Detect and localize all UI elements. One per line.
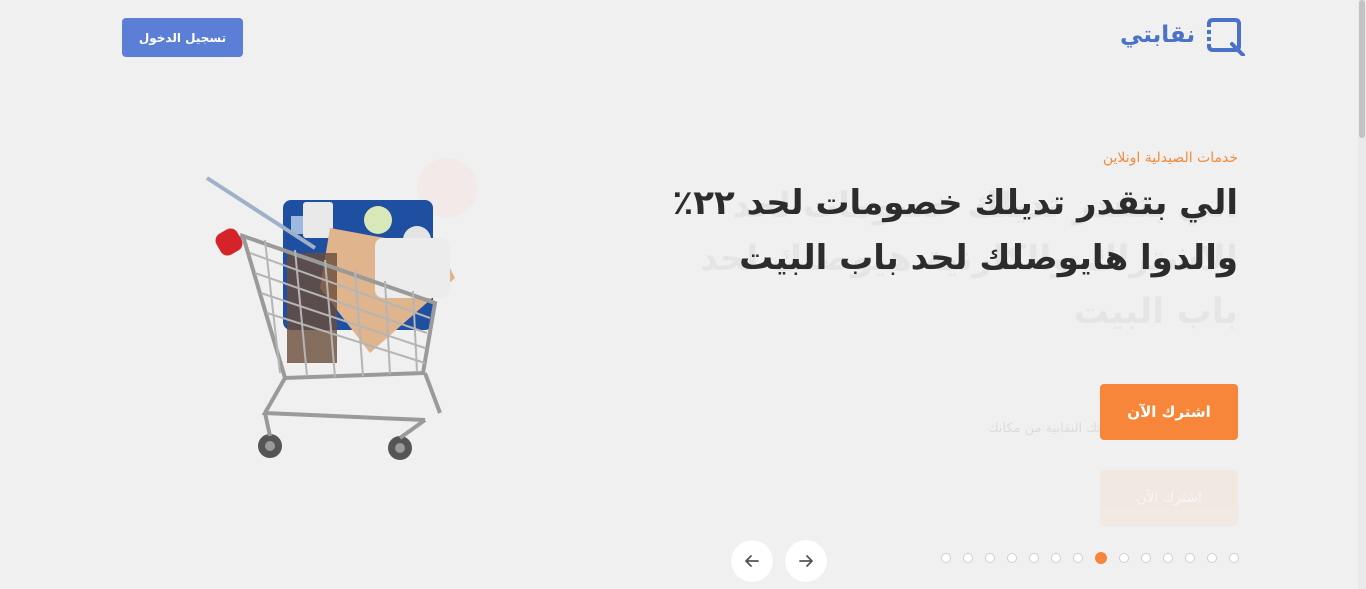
carousel-dot[interactable] — [941, 553, 951, 563]
carousel-dot[interactable] — [985, 553, 995, 563]
carousel-dot[interactable] — [1051, 553, 1061, 563]
carousel-dot[interactable] — [1073, 553, 1083, 563]
page-scrollbar[interactable] — [1358, 0, 1366, 589]
carousel-dot[interactable] — [1229, 553, 1239, 563]
logo-icon — [1205, 18, 1246, 56]
carousel-dot[interactable] — [1119, 553, 1129, 563]
carousel-dot[interactable] — [1163, 553, 1173, 563]
hero-eyebrow: خدمات الصيدلية اونلاين — [1102, 150, 1238, 166]
arrow-left-icon — [745, 555, 759, 567]
subscribe-now-button[interactable]: اشترك الآن — [1100, 384, 1238, 440]
arrow-right-icon — [799, 555, 813, 567]
previous-slide-cta: اشترك الآن — [1100, 470, 1238, 526]
carousel-dot[interactable] — [1207, 553, 1217, 563]
login-button[interactable]: تسجيل الدخول — [122, 18, 243, 57]
carousel-dot[interactable] — [1185, 553, 1195, 563]
carousel-dot[interactable] — [1029, 553, 1039, 563]
carousel-pagination — [941, 552, 1241, 564]
carousel-dot[interactable] — [1095, 552, 1107, 564]
logo-text: نقابتي — [1120, 22, 1196, 48]
carousel-dot[interactable] — [1141, 553, 1151, 563]
carousel-next-button[interactable] — [785, 540, 827, 582]
hero-headline: الي بتقدر تديلك خصومات لحد ٢٢٪ والدوا ها… — [672, 183, 1238, 278]
pharmacy-cart-image — [205, 158, 477, 460]
logo[interactable]: نقابتي — [1120, 14, 1246, 56]
carousel-dot[interactable] — [1007, 553, 1017, 563]
scrollbar-thumb[interactable] — [1359, 0, 1365, 138]
carousel-dot[interactable] — [963, 553, 973, 563]
carousel-prev-button[interactable] — [731, 540, 773, 582]
